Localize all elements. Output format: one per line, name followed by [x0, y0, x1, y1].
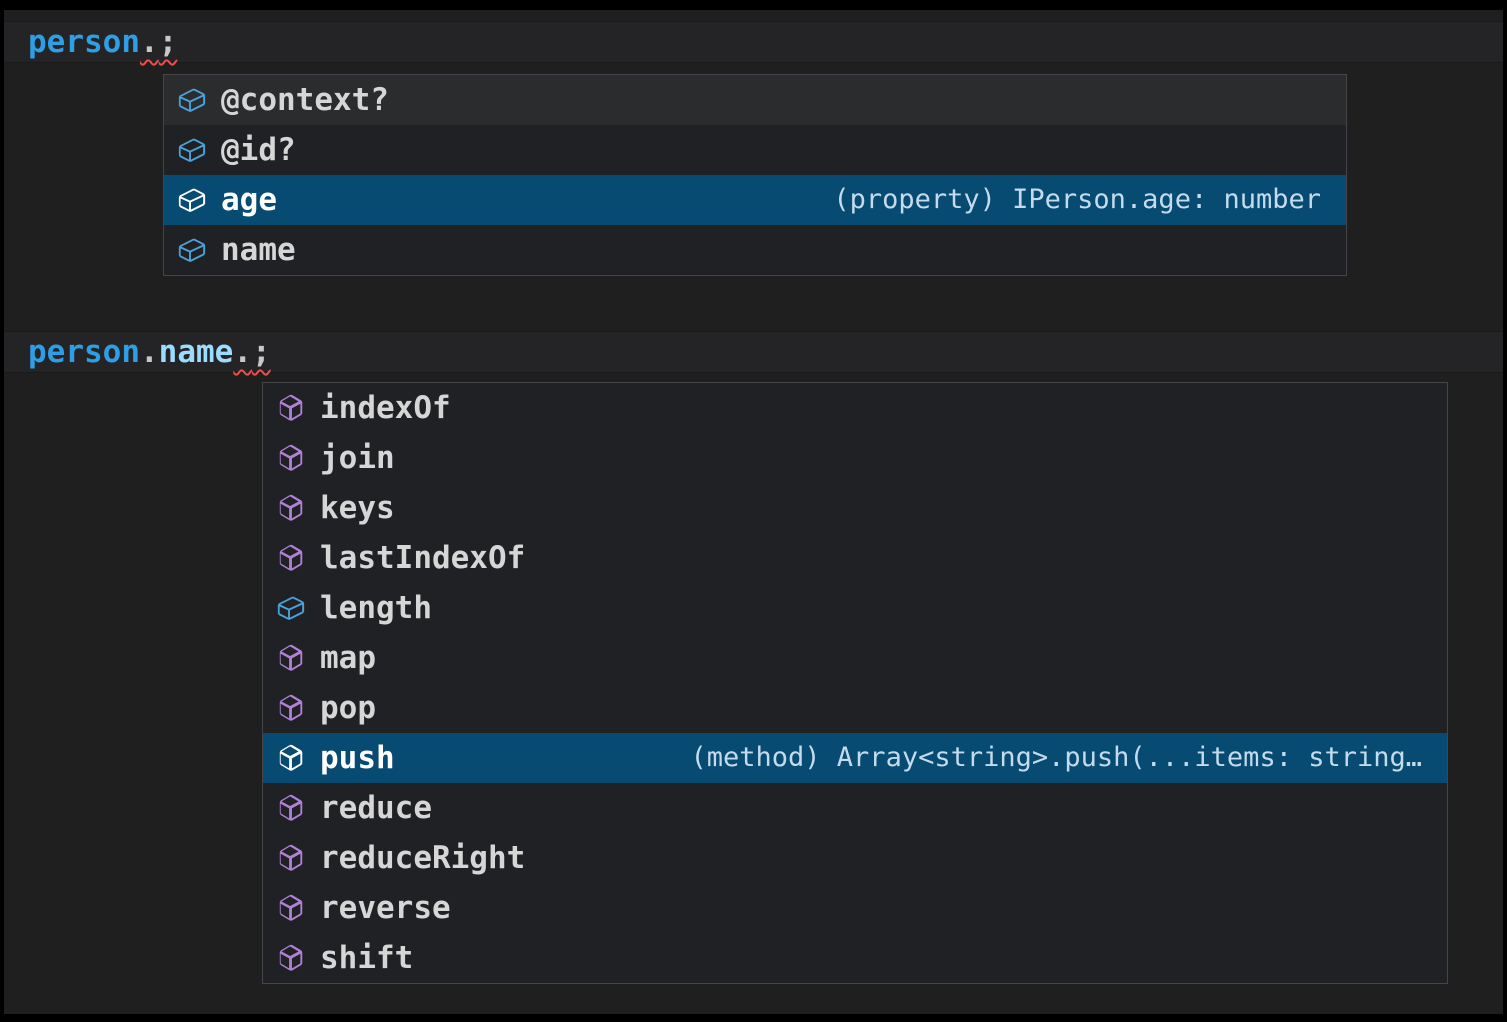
suggest-item-label: push: [320, 733, 395, 783]
suggest-item-label: reduce: [320, 783, 432, 833]
suggest-item-reverse[interactable]: reverse: [263, 883, 1447, 933]
suggest-item-label: lastIndexOf: [320, 533, 525, 583]
symbol-field-icon: [177, 135, 207, 165]
symbol-field-icon: [177, 185, 207, 215]
symbol-field-icon: [276, 593, 306, 623]
suggest-item-detail: (method) Array<string>.push(...items: st…: [691, 733, 1423, 783]
suggest-item-label: shift: [320, 933, 413, 983]
suggest-item-length[interactable]: length: [263, 583, 1447, 633]
symbol-method-icon: [276, 793, 306, 823]
symbol-method-icon: [276, 643, 306, 673]
screenshot-frame: person.; @context? @id? age (property) I…: [0, 0, 1507, 1022]
symbol-method-icon: [276, 543, 306, 573]
suggest-item-push-selected[interactable]: push (method) Array<string>.push(...item…: [263, 733, 1447, 783]
suggest-item-label: reverse: [320, 883, 451, 933]
symbol-method-icon: [276, 943, 306, 973]
code-token-error: ;: [252, 334, 271, 370]
suggest-item-label: age: [221, 175, 277, 225]
suggest-item-reduce[interactable]: reduce: [263, 783, 1447, 833]
code-line-2[interactable]: person.name.;: [4, 331, 1503, 373]
suggest-item-label: @context?: [221, 75, 389, 125]
symbol-method-icon: [276, 893, 306, 923]
suggest-widget-properties: @context? @id? age (property) IPerson.ag…: [163, 74, 1347, 276]
symbol-method-icon: [276, 743, 306, 773]
code-token: .: [140, 334, 159, 370]
code-token-error: ;: [159, 24, 178, 60]
suggest-item-map[interactable]: map: [263, 633, 1447, 683]
symbol-field-icon: [177, 235, 207, 265]
code-token: name: [159, 334, 234, 370]
suggest-item-keys[interactable]: keys: [263, 483, 1447, 533]
code-token-error: .: [233, 334, 252, 370]
suggest-item-label: indexOf: [320, 383, 451, 433]
suggest-item-age-selected[interactable]: age (property) IPerson.age: number: [164, 175, 1346, 225]
code-editor[interactable]: person.; @context? @id? age (property) I…: [4, 10, 1503, 1014]
symbol-method-icon: [276, 843, 306, 873]
symbol-method-icon: [276, 393, 306, 423]
suggest-item-label: length: [320, 583, 432, 633]
suggest-item-detail: (property) IPerson.age: number: [833, 175, 1321, 225]
symbol-field-icon: [177, 85, 207, 115]
code-token: person: [28, 334, 140, 370]
code-token-error: .: [140, 24, 159, 60]
suggest-item-indexof[interactable]: indexOf: [263, 383, 1447, 433]
suggest-item-pop[interactable]: pop: [263, 683, 1447, 733]
suggest-item-id[interactable]: @id?: [164, 125, 1346, 175]
suggest-item-shift[interactable]: shift: [263, 933, 1447, 983]
suggest-item-reduceright[interactable]: reduceRight: [263, 833, 1447, 883]
code-line-1[interactable]: person.;: [4, 21, 1503, 63]
suggest-item-join[interactable]: join: [263, 433, 1447, 483]
suggest-item-label: reduceRight: [320, 833, 525, 883]
suggest-item-label: join: [320, 433, 395, 483]
symbol-method-icon: [276, 693, 306, 723]
suggest-item-lastindexof[interactable]: lastIndexOf: [263, 533, 1447, 583]
suggest-item-context[interactable]: @context?: [164, 75, 1346, 125]
suggest-item-label: pop: [320, 683, 376, 733]
suggest-item-label: keys: [320, 483, 395, 533]
suggest-widget-methods: indexOf join keys lastIndexOf length map: [262, 382, 1448, 984]
suggest-item-label: name: [221, 225, 296, 275]
symbol-method-icon: [276, 443, 306, 473]
suggest-item-label: @id?: [221, 125, 296, 175]
code-token: person: [28, 24, 140, 60]
suggest-item-name[interactable]: name: [164, 225, 1346, 275]
suggest-item-label: map: [320, 633, 376, 683]
symbol-method-icon: [276, 493, 306, 523]
